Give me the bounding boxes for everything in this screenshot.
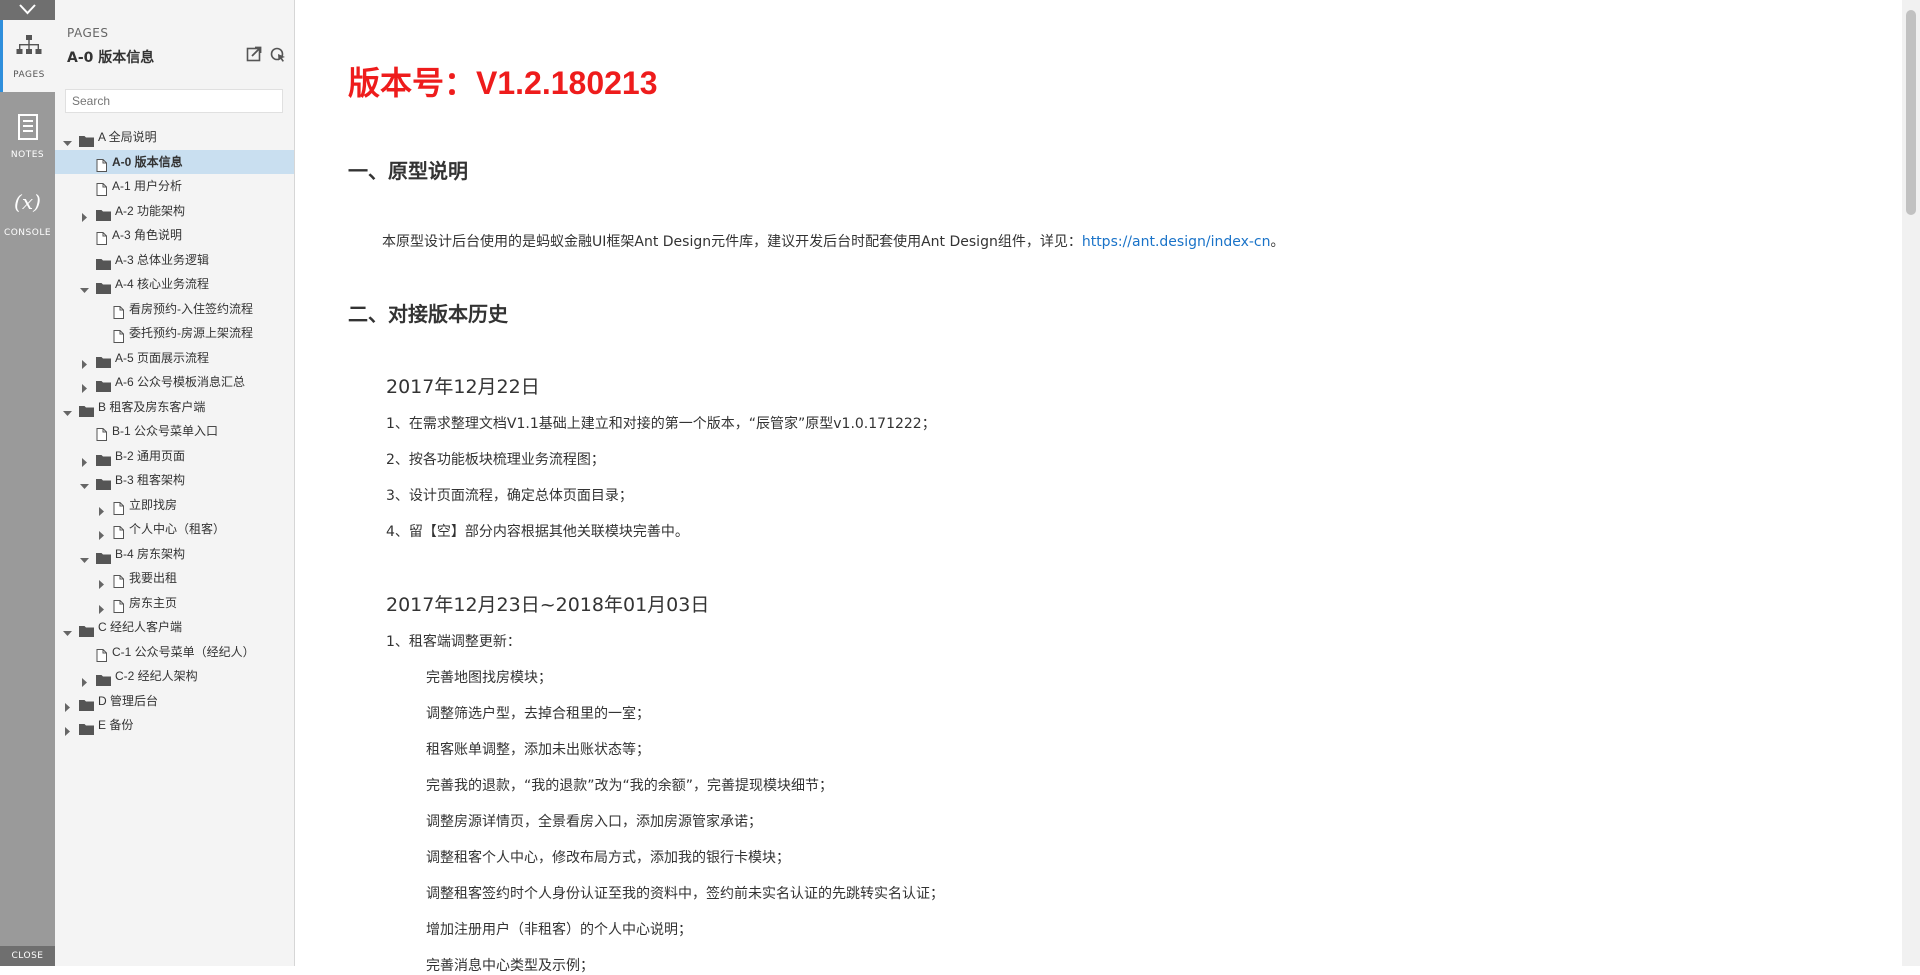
entry1-item: 2、按各功能板块梳理业务流程图； [386,452,605,468]
tree-page[interactable]: 我要出租 [55,566,294,590]
tree-label: B-4 房东架构 [115,546,186,561]
entry2-item: 增加注册用户（非租客）的个人中心说明； [426,922,692,938]
tree-folder[interactable]: B 租客及房东客户端 [55,395,294,419]
tree-folder[interactable]: B-4 房东架构 [55,542,294,566]
tree-folder[interactable]: A-5 页面展示流程 [55,346,294,370]
tree-folder[interactable]: E 备份 [55,713,294,737]
tree-page[interactable]: 委托预约-房源上架流程 [55,321,294,345]
tab-pages-label: PAGES [13,70,45,80]
tree-page[interactable]: 房东主页 [55,591,294,615]
tree-label: B-1 公众号菜单入口 [112,424,219,438]
tree-folder[interactable]: B-2 通用页面 [55,444,294,468]
pages-panel: PAGES A-0 版本信息 A 全局说明 A-0 版本信息 A-1 用户分析 A-2… [55,0,295,966]
version-title: 版本号：V1.2.180213 [348,65,658,101]
tree-label: 委托预约-房源上架流程 [129,326,253,340]
open-external-icon[interactable] [246,46,262,66]
tree-label: 立即找房 [129,497,178,512]
document-content: 版本号：V1.2.180213 一、原型说明 本原型设计后台使用的是蚂蚁金融UI… [296,0,1896,974]
close-button[interactable]: CLOSE [0,946,55,966]
tree-page[interactable]: 看房预约-入住签约流程 [55,297,294,321]
tree-folder[interactable]: A-3 总体业务逻辑 [55,248,294,272]
section1-title: 一、原型说明 [348,159,468,183]
tree-page[interactable]: A-1 用户分析 [55,174,294,198]
tree-folder[interactable]: B-3 租客架构 [55,468,294,492]
section2-title: 二、对接版本历史 [348,302,508,326]
entry2-heading: 1、租客端调整更新： [386,634,521,650]
current-page-title: A-0 版本信息 [67,50,155,66]
tree-label: 我要出租 [129,571,178,585]
tree-label: B 租客及房东客户端 [98,399,206,414]
tree-label: A-5 页面展示流程 [115,350,210,365]
scrollbar-thumb[interactable] [1906,10,1916,215]
tab-console-label: CONSOLE [3,228,52,238]
tree-folder[interactable]: A-4 核心业务流程 [55,272,294,296]
tree-page[interactable]: A-3 角色说明 [55,223,294,247]
tree-page[interactable]: 立即找房 [55,493,294,517]
entry1-item: 1、在需求整理文档V1.1基础上建立和对接的第一个版本，“辰管家”原型v1.0.… [386,416,936,432]
tree-label: A-0 版本信息 [112,154,183,169]
entry2-item: 完善消息中心类型及示例； [426,958,594,974]
tree-label: B-2 通用页面 [115,448,186,463]
entry2-item: 调整租客个人中心，修改布局方式，添加我的银行卡模块； [426,850,790,866]
entry2-date: 2017年12月23日~2018年01月03日 [386,594,710,616]
tree-label: B-3 租客架构 [115,473,186,487]
tree-folder[interactable]: C 经纪人客户端 [55,615,294,639]
tree-label: E 备份 [98,718,134,732]
tree-label: A-1 用户分析 [112,179,183,193]
tree-label: C-2 经纪人架构 [115,669,198,683]
tree-folder[interactable]: A-6 公众号模板消息汇总 [55,370,294,394]
entry1-date: 2017年12月22日 [386,376,540,398]
tree-folder[interactable]: C-2 经纪人架构 [55,664,294,688]
collapse-toggle[interactable] [0,0,55,20]
folder-icon [79,719,94,743]
chevron-down-icon [19,4,36,15]
tree-page[interactable]: B-1 公众号菜单入口 [55,419,294,443]
entry1-item: 4、留【空】部分内容根据其他关联模块完善中。 [386,524,689,540]
panel-tools [246,46,286,66]
section1-paragraph: 本原型设计后台使用的是蚂蚁金融UI框架Ant Design元件库，建议开发后台时… [382,231,1285,251]
tree-label: 看房预约-入住签约流程 [129,301,253,316]
entry2-item: 调整筛选户型，去掉合租里的一室； [426,706,650,722]
tree-label: 个人中心（租客） [129,522,226,536]
entry2-item: 完善地图找房模块； [426,670,552,686]
entry2-item: 调整租客签约时个人身份认证至我的资料中，签约前未实名认证的先跳转实名认证； [426,886,944,902]
tree-page[interactable]: C-1 公众号菜单（经纪人） [55,640,294,664]
tree-label: A-4 核心业务流程 [115,277,210,291]
highlight-icon[interactable] [270,46,286,66]
tab-notes[interactable]: NOTES [0,100,55,172]
panel-header: PAGES [67,26,109,40]
tree-page[interactable]: 个人中心（租客） [55,517,294,541]
sitemap-icon [3,34,55,62]
tab-notes-label: NOTES [10,150,45,160]
tree-label: A-6 公众号模板消息汇总 [115,375,246,389]
tree-folder[interactable]: A-2 功能架构 [55,199,294,223]
tree-label: C 经纪人客户端 [98,620,183,634]
entry2-item: 租客账单调整，添加未出账状态等； [426,742,650,758]
section1-text: 本原型设计后台使用的是蚂蚁金融UI框架Ant Design元件库，建议开发后台时… [382,234,1082,250]
tree-label: A-2 功能架构 [115,203,186,218]
entry1-item: 3、设计页面流程，确定总体页面目录； [386,488,633,504]
entry2-item: 调整房源详情页，全景看房入口，添加房源管家承诺； [426,814,762,830]
tree-label: D 管理后台 [98,693,159,708]
ant-design-link[interactable]: https://ant.design/index-cn [1082,234,1271,250]
tree-label: C-1 公众号菜单（经纪人） [112,644,255,659]
tree-page[interactable]: A-0 版本信息 [55,149,294,174]
tree-label: A 全局说明 [98,130,157,144]
tree-folder[interactable]: D 管理后台 [55,689,294,713]
notes-icon [0,114,55,144]
vertical-scrollbar[interactable] [1902,0,1920,966]
tree-label: A-3 角色说明 [112,228,183,242]
tree-folder[interactable]: A 全局说明 [55,125,294,149]
variable-icon: (x) [14,190,41,214]
tab-pages[interactable]: PAGES [0,20,55,92]
section1-tail: 。 [1270,234,1285,250]
tab-console[interactable]: (x) CONSOLE [0,178,55,250]
tree-label: A-3 总体业务逻辑 [115,252,210,267]
expand-arrow-right-icon[interactable] [63,713,75,744]
entry2-item: 完善我的退款，“我的退款”改为“我的余额”，完善提现模块细节； [426,778,834,794]
tree-label: 房东主页 [129,595,178,610]
left-rail: PAGES NOTES (x) CONSOLE CLOSE [0,0,55,966]
search-input[interactable] [65,89,283,113]
